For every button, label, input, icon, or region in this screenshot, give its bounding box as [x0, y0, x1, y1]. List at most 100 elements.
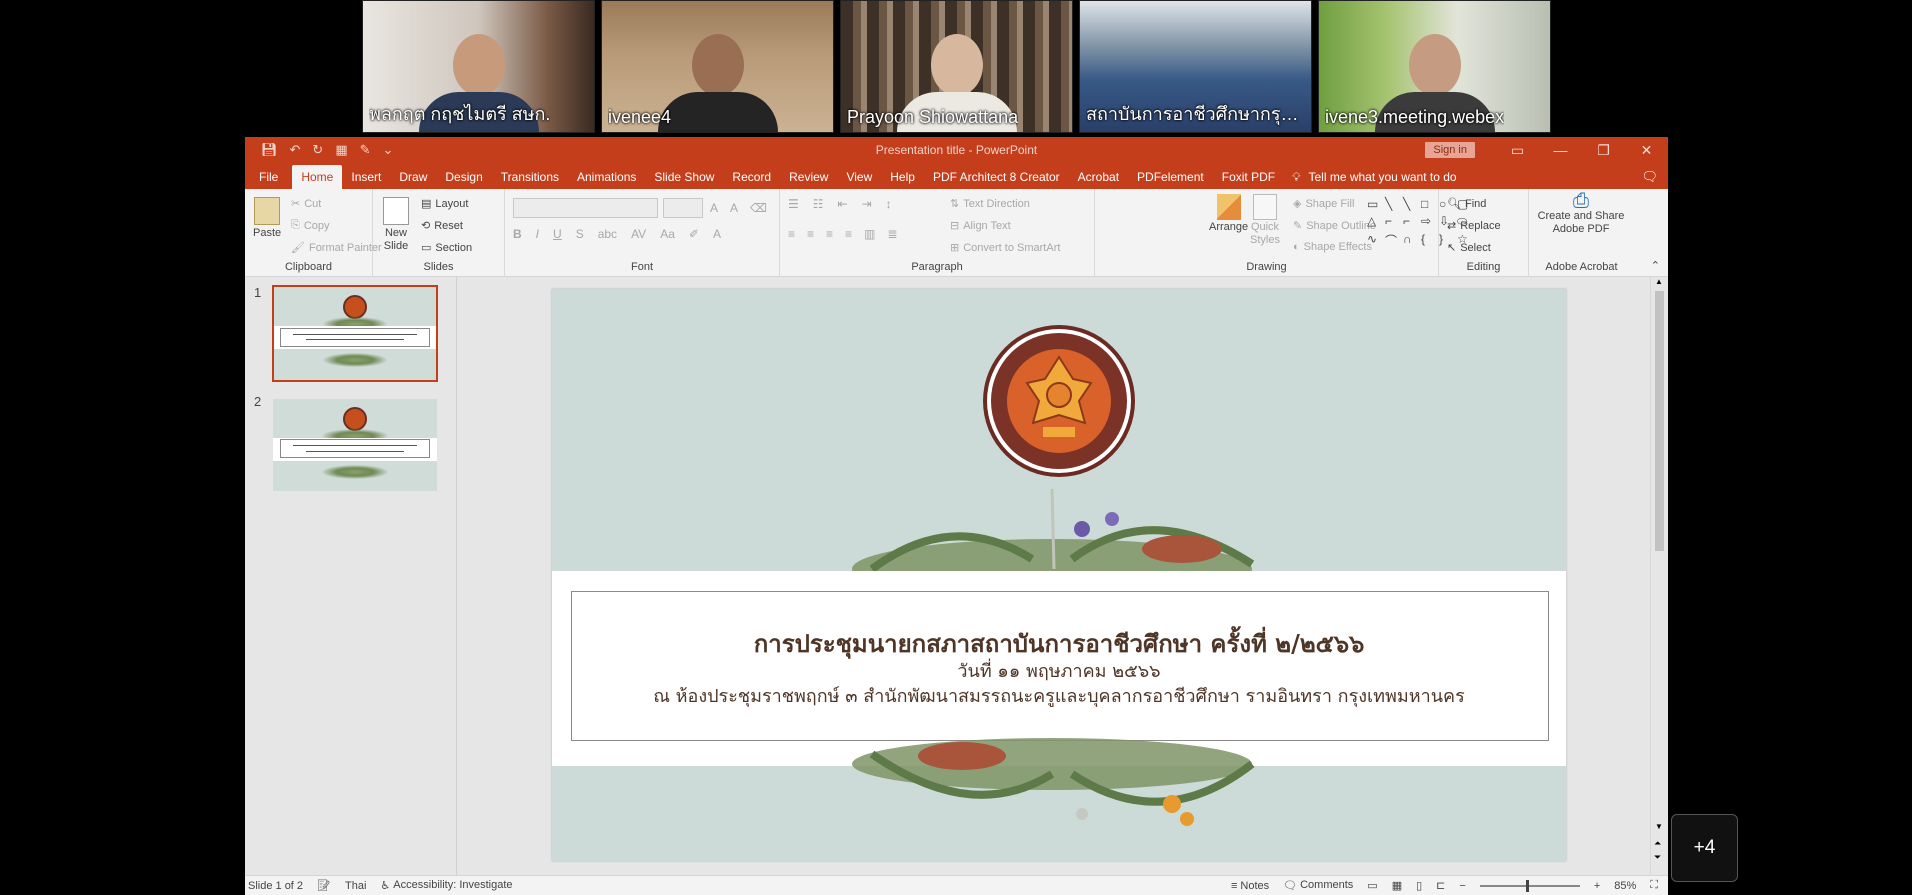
select-button[interactable]: ↖ Select	[1447, 241, 1491, 255]
tab-design[interactable]: Design	[436, 165, 491, 189]
align-text-button[interactable]: ⊟ Align Text	[950, 219, 1011, 233]
ribbon-display-icon[interactable]: ▭	[1496, 137, 1539, 163]
normal-view-icon[interactable]: ▭	[1367, 879, 1377, 892]
accessibility-button[interactable]: ♿︎ Accessibility: Investigate	[380, 879, 512, 892]
shrink-font-icon[interactable]: A	[730, 201, 738, 215]
tab-help[interactable]: Help	[881, 165, 924, 189]
zoom-slider[interactable]	[1479, 879, 1580, 892]
slide-venue[interactable]: ณ ห้องประชุมราชพฤกษ์ ๓ สำนักพัฒนาสมรรถนะ…	[552, 681, 1566, 710]
video-tile[interactable]: ivene3.meeting.webex	[1318, 0, 1551, 133]
tab-slide-show[interactable]: Slide Show	[645, 165, 723, 189]
align-center-icon[interactable]: ≡	[807, 227, 814, 241]
find-button[interactable]: 🔍︎ Find	[1447, 197, 1486, 211]
close-button[interactable]: ✕	[1625, 137, 1668, 163]
bullets-icon[interactable]: ☰	[788, 197, 799, 211]
slide-thumbnail[interactable]	[272, 285, 438, 382]
tell-me-box[interactable]: 💡︎ Tell me what you want to do	[1292, 165, 1456, 189]
pen-icon[interactable]: ✎	[360, 142, 371, 158]
replace-button[interactable]: ⇄ Replace	[1447, 219, 1501, 233]
elbow2-shape-icon[interactable]: ⌐	[1403, 214, 1419, 229]
paste-button[interactable]: Paste	[253, 197, 281, 239]
previous-slide-icon[interactable]: ⏶	[1654, 838, 1661, 849]
textbox-shape-icon[interactable]: ▭	[1367, 197, 1383, 211]
scroll-up-icon[interactable]: ▲	[1655, 277, 1663, 286]
notes-button[interactable]: ≡ Notes	[1231, 880, 1269, 892]
tab-insert[interactable]: Insert	[342, 165, 390, 189]
line-spacing-icon[interactable]: ↕	[886, 197, 892, 211]
spelling-icon[interactable]: 📝︎	[317, 879, 331, 892]
quick-styles-button[interactable]: Quick Styles	[1248, 194, 1282, 247]
arc-shape-icon[interactable]: ⌒	[1385, 232, 1401, 249]
present-icon[interactable]: ▦	[335, 142, 347, 158]
reading-view-icon[interactable]: ▯	[1416, 879, 1422, 892]
scroll-down-icon[interactable]: ▼	[1655, 822, 1663, 831]
rectangle-shape-icon[interactable]: □	[1421, 197, 1437, 211]
shape-effects-button[interactable]: ◐ Shape Effects	[1293, 241, 1372, 253]
reset-button[interactable]: ⟲ Reset	[421, 219, 463, 233]
arrange-button[interactable]: Arrange	[1209, 194, 1248, 233]
restore-button[interactable]: ❐	[1582, 137, 1625, 163]
font-size-input[interactable]	[663, 198, 703, 218]
redo-icon[interactable]: ↻	[312, 142, 323, 158]
minimize-button[interactable]: —	[1539, 137, 1582, 163]
align-right-icon[interactable]: ≡	[826, 227, 833, 241]
elbow-shape-icon[interactable]: ⌐	[1385, 214, 1401, 229]
numbering-icon[interactable]: ☷	[813, 197, 824, 211]
columns-icon[interactable]: ▥	[864, 227, 875, 241]
change-case-icon[interactable]: Aa	[660, 227, 675, 241]
slide-sorter-icon[interactable]: ▦	[1392, 879, 1402, 892]
next-slide-icon[interactable]: ⏷	[1654, 852, 1661, 863]
cut-button[interactable]: ✂ Cut	[291, 197, 321, 211]
slide-thumbnail[interactable]	[273, 399, 437, 491]
zoom-in-icon[interactable]: +	[1594, 880, 1600, 892]
tab-acrobat[interactable]: Acrobat	[1069, 165, 1128, 189]
fit-slide-icon[interactable]: ⛶	[1650, 879, 1658, 892]
tab-view[interactable]: View	[837, 165, 881, 189]
convert-smartart-button[interactable]: ⊞ Convert to SmartArt	[950, 241, 1060, 255]
collapse-ribbon-icon[interactable]: ⌃	[1651, 259, 1660, 272]
highlight-icon[interactable]: ✐	[689, 227, 699, 241]
customize-qat-icon[interactable]: ⌄	[383, 142, 394, 158]
more-participants-button[interactable]: +4	[1671, 814, 1738, 882]
save-icon[interactable]: 💾︎	[261, 142, 278, 158]
section-button[interactable]: ▭ Section	[421, 241, 472, 255]
italic-icon[interactable]: I	[536, 227, 539, 241]
tab-transitions[interactable]: Transitions	[492, 165, 568, 189]
video-tile[interactable]: พลกฤต กฤชไมตรี สษก.	[362, 0, 595, 133]
tab-home[interactable]: Home	[292, 165, 343, 189]
char-spacing-icon[interactable]: AV	[631, 227, 646, 241]
zoom-out-icon[interactable]: −	[1459, 880, 1465, 892]
tab-review[interactable]: Review	[780, 165, 837, 189]
line2-shape-icon[interactable]: ╲	[1403, 197, 1419, 211]
line-shape-icon[interactable]: ╲	[1385, 197, 1401, 211]
freeform-shape-icon[interactable]: ∿	[1367, 232, 1383, 249]
layout-button[interactable]: ▤ Layout	[421, 197, 468, 211]
font-color-icon[interactable]: A	[713, 227, 721, 241]
slide-show-icon[interactable]: ⊏	[1436, 879, 1445, 892]
bold-icon[interactable]: B	[513, 227, 522, 241]
justify-icon[interactable]: ≡	[845, 227, 852, 241]
new-slide-button[interactable]: New Slide	[381, 197, 411, 253]
curve-shape-icon[interactable]: ∩	[1403, 232, 1419, 249]
triangle-shape-icon[interactable]: △	[1367, 214, 1383, 229]
clear-format-icon[interactable]: ⌫	[750, 201, 767, 215]
comments-button[interactable]: 🗨︎ Comments	[1283, 879, 1353, 892]
create-share-pdf-button[interactable]: ⎙ Create and Share Adobe PDF	[1535, 191, 1627, 236]
video-tile[interactable]: ivenee4	[601, 0, 834, 133]
video-tile[interactable]: Prayoon Shiowattana	[840, 0, 1073, 133]
font-name-input[interactable]	[513, 198, 658, 218]
sign-in-button[interactable]: Sign in	[1425, 142, 1475, 158]
video-tile[interactable]: สถาบันการอาชีวศึกษากรุงเ...	[1079, 0, 1312, 133]
underline-icon[interactable]: U	[553, 227, 562, 241]
shape-fill-button[interactable]: ◈ Shape Fill	[1293, 197, 1354, 211]
undo-icon[interactable]: ↶	[290, 142, 301, 158]
vertical-scrollbar[interactable]: ▲ ▼ ⏶ ⏷	[1650, 277, 1668, 875]
copy-button[interactable]: ⎘ Copy	[291, 219, 330, 232]
tab-record[interactable]: Record	[723, 165, 780, 189]
increase-indent-icon[interactable]: ⇥	[862, 197, 872, 211]
tab-animations[interactable]: Animations	[568, 165, 645, 189]
language-indicator[interactable]: Thai	[345, 880, 366, 892]
tab-pdf-architect[interactable]: PDF Architect 8 Creator	[924, 165, 1069, 189]
tab-file[interactable]: File	[245, 165, 292, 189]
shadow-icon[interactable]: S	[576, 227, 584, 241]
